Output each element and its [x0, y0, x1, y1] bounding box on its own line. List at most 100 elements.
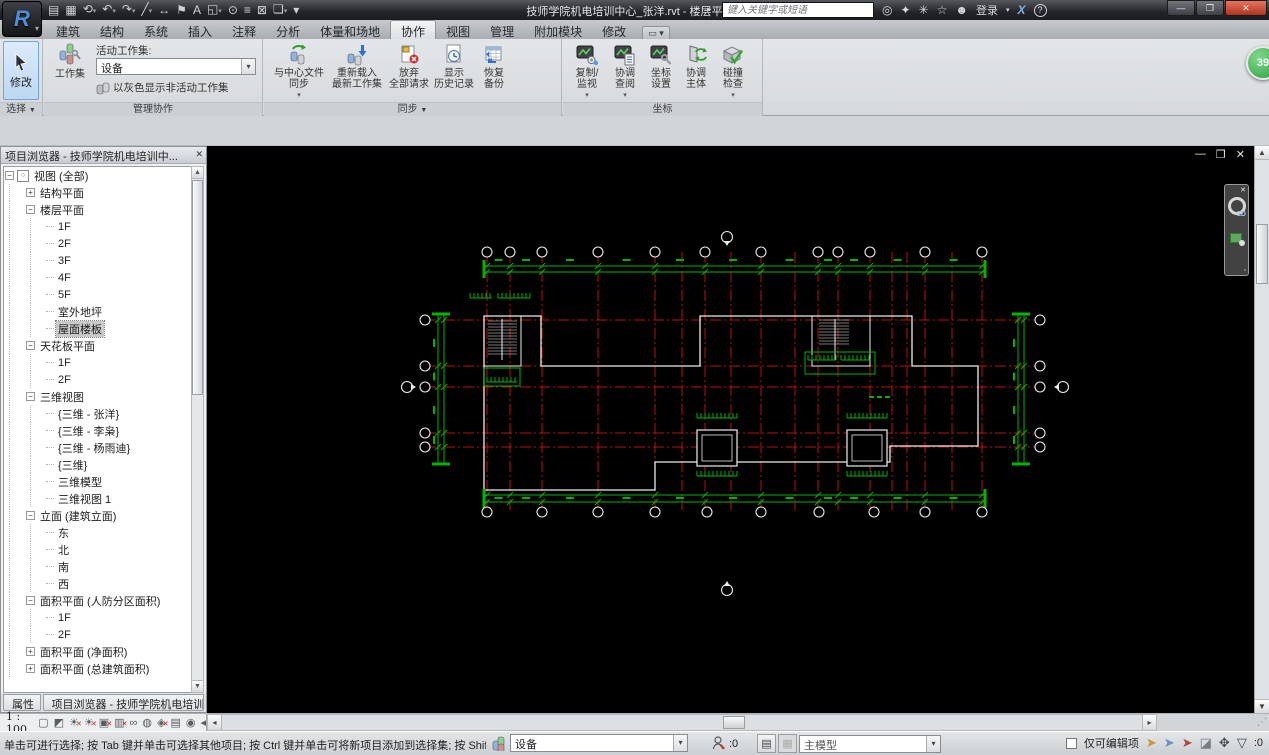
scrollbar-thumb[interactable]	[723, 716, 745, 729]
coord-button-协调主体[interactable]: 协调 主体	[679, 41, 713, 101]
tree-item-label[interactable]: 西	[56, 576, 71, 592]
collapse-icon[interactable]: −	[26, 392, 35, 401]
crop-view-icon[interactable]: ▣ ✕	[99, 717, 112, 729]
select-links-icon[interactable]: ➤	[1146, 736, 1157, 750]
tree-item-label[interactable]: 4F	[56, 272, 73, 284]
scrollbar-thumb[interactable]	[192, 180, 203, 395]
chevron-down-icon[interactable]: ▾	[623, 90, 627, 101]
tab-附加模块[interactable]: 附加模块	[524, 21, 592, 40]
crop-region-icon[interactable]: ▥ ✕	[114, 717, 127, 729]
collapse-icon[interactable]: −	[26, 596, 35, 605]
gray-inactive-worksets-toggle[interactable]: 以灰色显示非活动工作集	[96, 80, 229, 95]
editing-requests-group[interactable]: :0	[712, 736, 738, 752]
tree-item[interactable]: − 天花板平面	[4, 337, 192, 354]
tree-item-label[interactable]: 1F	[56, 221, 73, 233]
project-browser-scrollbar[interactable]: ▲ ▼	[191, 166, 204, 693]
view-minimize-button[interactable]: —	[1195, 148, 1206, 161]
tree-item-label[interactable]: 东	[56, 525, 71, 541]
tab-修改[interactable]: 修改	[592, 21, 636, 40]
toolbar-overflow-icon[interactable]: ▸	[707, 4, 712, 15]
tree-item-label[interactable]: 面积平面 (人防分区面积)	[38, 593, 162, 609]
coord-button-复制/监视[interactable]: 复制/监视 ▾	[567, 41, 607, 101]
tree-item[interactable]: 室外地坪	[4, 303, 192, 320]
visual-style-icon[interactable]: ◩	[54, 717, 64, 729]
vertical-scrollbar[interactable]: ▲ ▼	[1254, 146, 1269, 713]
tree-item[interactable]: 东	[4, 524, 192, 541]
sync-button-放弃全部请求[interactable]: 放弃 全部请求	[386, 41, 432, 101]
tree-item-label[interactable]: 南	[56, 559, 71, 575]
tree-item[interactable]: {三维}	[4, 456, 192, 473]
collapse-icon[interactable]: −	[26, 205, 35, 214]
view-close-button[interactable]: ✕	[1236, 148, 1245, 161]
tree-item[interactable]: 2F	[4, 371, 192, 388]
select-underlay-icon[interactable]: ➤	[1164, 736, 1175, 750]
reveal-hidden-icon[interactable]: ◍	[142, 717, 152, 729]
tree-item[interactable]: 1F	[4, 218, 192, 235]
tree-item[interactable]: 3F	[4, 252, 192, 269]
signin-icon[interactable]: ☻	[955, 3, 968, 17]
temporary-hide-icon[interactable]: ∞	[130, 717, 138, 729]
tree-item[interactable]: 西	[4, 575, 192, 592]
modify-button[interactable]: 修改	[3, 41, 39, 100]
tree-item-label[interactable]: 2F	[56, 238, 73, 250]
measure-icon[interactable]: ╱▾	[141, 2, 152, 19]
tree-item[interactable]: 屋面楼板	[4, 319, 192, 338]
tree-item[interactable]: 1F	[4, 354, 192, 371]
collapse-icon[interactable]: −	[26, 341, 35, 350]
section-icon[interactable]: ⊙	[228, 3, 238, 17]
coord-button-坐标设置[interactable]: 坐标 设置	[643, 41, 679, 101]
switch-windows-icon[interactable]: ❏▾	[273, 2, 287, 19]
select-pinned-icon[interactable]: ➤	[1182, 736, 1193, 750]
tree-item[interactable]: {三维 - 张洋}	[4, 405, 192, 422]
signin-label[interactable]: 登录	[976, 2, 998, 18]
sync-with-central-icon[interactable]: ⟲▾	[83, 2, 97, 19]
tree-item[interactable]: − 三维视图	[4, 388, 192, 405]
tab-系统[interactable]: 系统	[134, 21, 178, 40]
tree-item-label[interactable]: 3F	[56, 255, 73, 267]
tree-item-label[interactable]: {三维 - 李枭}	[56, 423, 121, 439]
drawing-canvas[interactable]: — ❒ ✕ ✕ 2D ◦ ▲ ▼	[207, 146, 1269, 713]
communication-center-icon[interactable]: ✳	[919, 3, 929, 17]
tree-item-label[interactable]: 2F	[56, 374, 73, 386]
chevron-down-icon[interactable]: ▾	[585, 90, 589, 101]
tab-建筑[interactable]: 建筑	[46, 21, 90, 40]
search-input[interactable]	[722, 2, 874, 18]
collapse-icon[interactable]: −	[5, 171, 14, 180]
chevron-down-icon[interactable]: ▾	[297, 90, 301, 101]
tree-item-label[interactable]: 天花板平面	[38, 338, 97, 354]
close-button[interactable]: ✕	[1225, 0, 1267, 16]
tree-item[interactable]: 三维视图 1	[4, 490, 192, 507]
close-icon[interactable]: ✕	[1240, 186, 1246, 194]
tab-插入[interactable]: 插入	[178, 21, 222, 40]
tree-item[interactable]: 1F	[4, 609, 192, 626]
project-browser-title[interactable]: 项目浏览器 - 技师学院机电培训中... ✕	[1, 147, 206, 164]
tree-item-label[interactable]: {三维}	[56, 457, 89, 473]
tree-item-label[interactable]: 2F	[56, 629, 73, 641]
close-inactive-windows-icon[interactable]: ⊠	[257, 3, 267, 17]
thin-lines-icon[interactable]: ≡	[244, 3, 251, 17]
tree-item-label[interactable]: 三维视图	[38, 389, 86, 405]
sync-button-与中心文件同步[interactable]: 与中心文件 同步 ▾	[270, 41, 328, 101]
undo-icon[interactable]: ↶▾	[102, 2, 116, 19]
close-icon[interactable]: ✕	[195, 149, 203, 160]
expand-icon[interactable]: +	[26, 647, 35, 656]
tab-注释[interactable]: 注释	[222, 21, 266, 40]
select-by-face-icon[interactable]: ◪	[1200, 736, 1212, 750]
design-option-combo[interactable]: 主模型 ▾	[799, 734, 941, 753]
temporary-view-icon[interactable]: ▤	[170, 717, 180, 729]
chevron-down-icon[interactable]: ▾	[673, 735, 687, 751]
tab-视图[interactable]: 视图	[436, 21, 480, 40]
scroll-up-icon[interactable]: ▲	[192, 167, 203, 179]
tree-item-label[interactable]: 1F	[56, 357, 73, 369]
open-icon[interactable]: ▤	[48, 3, 59, 17]
tree-item[interactable]: − 面积平面 (人防分区面积)	[4, 592, 192, 609]
tree-item-label[interactable]: 楼层平面	[38, 202, 86, 218]
tree-item-label[interactable]: 室外地坪	[56, 304, 104, 320]
tree-item-label[interactable]: 北	[56, 542, 71, 558]
aligned-dimension-icon[interactable]: ↔	[158, 3, 170, 17]
customize-qat-icon[interactable]: ▾	[293, 3, 299, 17]
tree-item[interactable]: {三维 - 杨雨迪}	[4, 439, 192, 456]
filter-icon[interactable]: ▽	[1237, 736, 1247, 750]
tree-item[interactable]: 北	[4, 541, 192, 558]
tree-item-label[interactable]: 面积平面 (净面积)	[38, 644, 129, 660]
